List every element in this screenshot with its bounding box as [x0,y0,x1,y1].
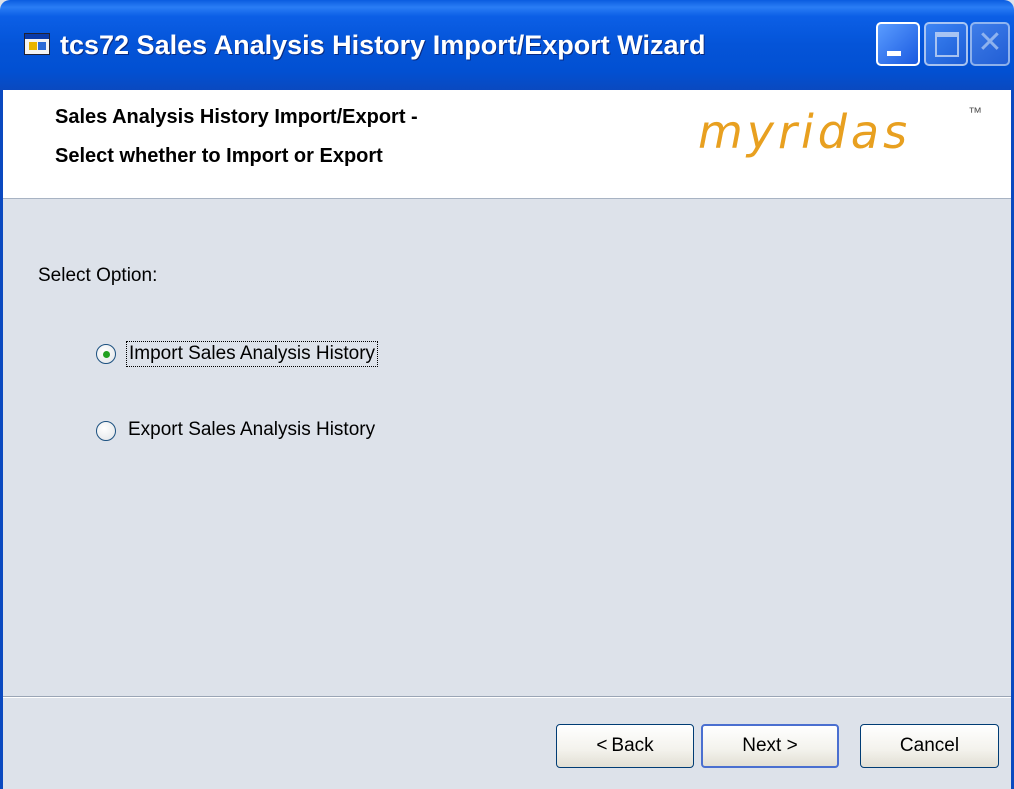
export-radio[interactable] [96,421,116,441]
header-subtitle: Select whether to Import or Export [55,145,383,167]
import-radio[interactable] [96,344,116,364]
myridas-logo: myridas [698,105,912,159]
wizard-header: Sales Analysis History Import/Export - S… [3,90,1011,199]
select-option-label: Select Option: [38,265,158,286]
back-button-label: Back [611,735,654,756]
minimize-icon[interactable] [876,22,920,66]
footer-divider [3,696,1011,698]
import-radio-label[interactable]: Import Sales Analysis History [126,341,379,367]
title-bar[interactable]: tcs72 Sales Analysis History Import/Expo… [0,0,1014,90]
window-title: tcs72 Sales Analysis History Import/Expo… [60,30,706,60]
trademark-symbol: ™ [968,104,982,120]
export-radio-label[interactable]: Export Sales Analysis History [126,418,377,442]
back-button[interactable]: < Back [556,724,694,768]
app-icon[interactable] [24,33,50,55]
back-arrow: < [596,735,608,756]
maximize-icon[interactable] [924,22,968,66]
close-icon[interactable]: ✕ [970,22,1010,66]
next-button[interactable]: Next > [701,724,839,768]
header-title: Sales Analysis History Import/Export - [55,106,418,128]
cancel-button[interactable]: Cancel [860,724,999,768]
